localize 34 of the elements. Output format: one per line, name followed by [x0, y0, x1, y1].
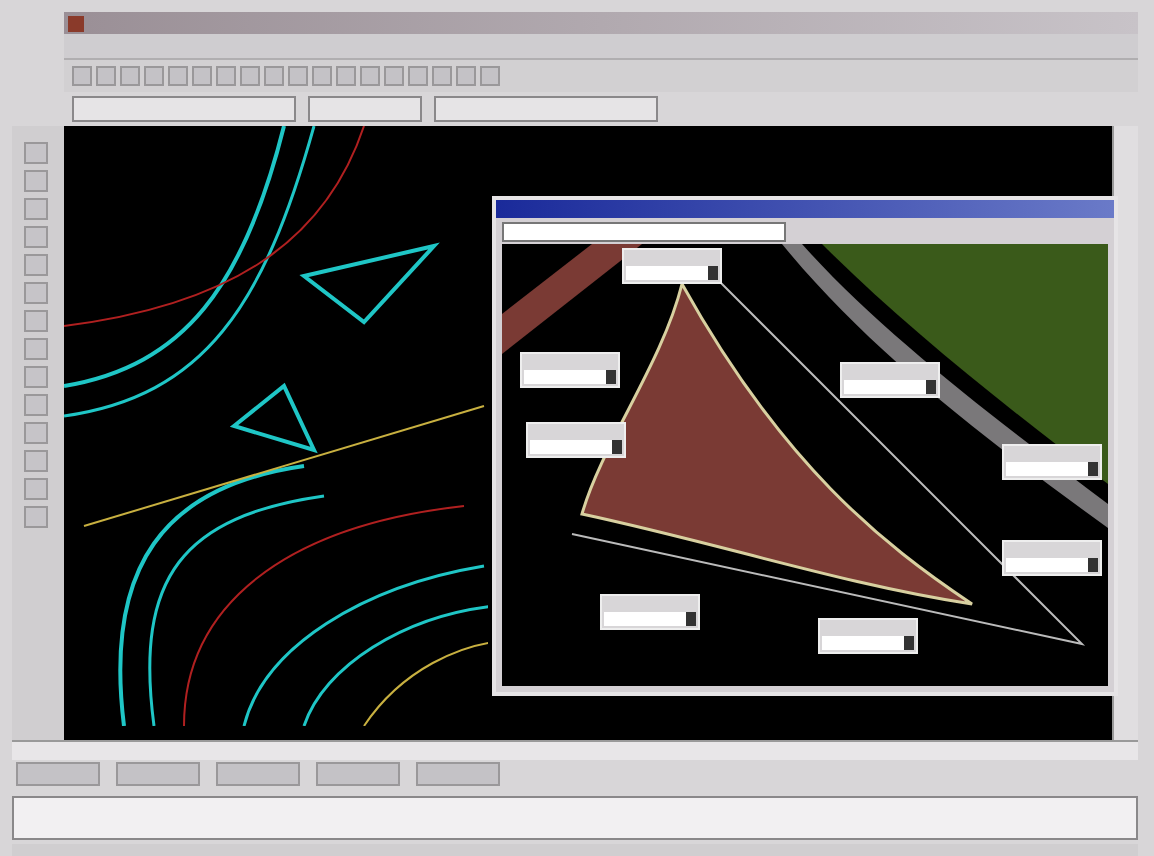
- layer-dropdown[interactable]: [72, 96, 296, 122]
- color-dropdown[interactable]: [308, 96, 422, 122]
- callout-dropdown[interactable]: [818, 618, 918, 654]
- linetype-dropdown[interactable]: [434, 96, 658, 122]
- toolbar-icon[interactable]: [24, 254, 48, 276]
- layout-toolbar[interactable]: [116, 762, 200, 786]
- horizontal-scrollbar[interactable]: [12, 740, 1138, 760]
- toolbar-icon[interactable]: [24, 282, 48, 304]
- toolbar-icon[interactable]: [24, 226, 48, 248]
- toolbar-icon[interactable]: [24, 394, 48, 416]
- toolbar-icon[interactable]: [24, 422, 48, 444]
- toolbar-icon[interactable]: [24, 506, 48, 528]
- callout-dropdown[interactable]: [1002, 540, 1102, 576]
- dialog-input-field[interactable]: [502, 221, 786, 241]
- toolbar-icon[interactable]: [24, 478, 48, 500]
- callout-dropdown[interactable]: [600, 594, 700, 630]
- toolbar-icon[interactable]: [24, 338, 48, 360]
- app-icon: [68, 15, 84, 31]
- layout-toolbar[interactable]: [316, 762, 400, 786]
- callout-dropdown[interactable]: [622, 248, 722, 284]
- toolbar-icon[interactable]: [24, 142, 48, 164]
- callout-dropdown[interactable]: [840, 362, 940, 398]
- layout-toolbar[interactable]: [416, 762, 500, 786]
- callout-dropdown[interactable]: [1002, 444, 1102, 480]
- callout-dropdown[interactable]: [520, 352, 620, 388]
- toolbar-icon[interactable]: [24, 366, 48, 388]
- toolbar-icon[interactable]: [24, 450, 48, 472]
- toolbar-icon[interactable]: [24, 170, 48, 192]
- toolbar-icon[interactable]: [24, 198, 48, 220]
- command-line-field[interactable]: [12, 796, 1138, 840]
- layout-toolbar[interactable]: [16, 762, 100, 786]
- callout-dropdown[interactable]: [526, 422, 626, 458]
- layout-toolbar[interactable]: [216, 762, 300, 786]
- toolbar-icon[interactable]: [24, 310, 48, 332]
